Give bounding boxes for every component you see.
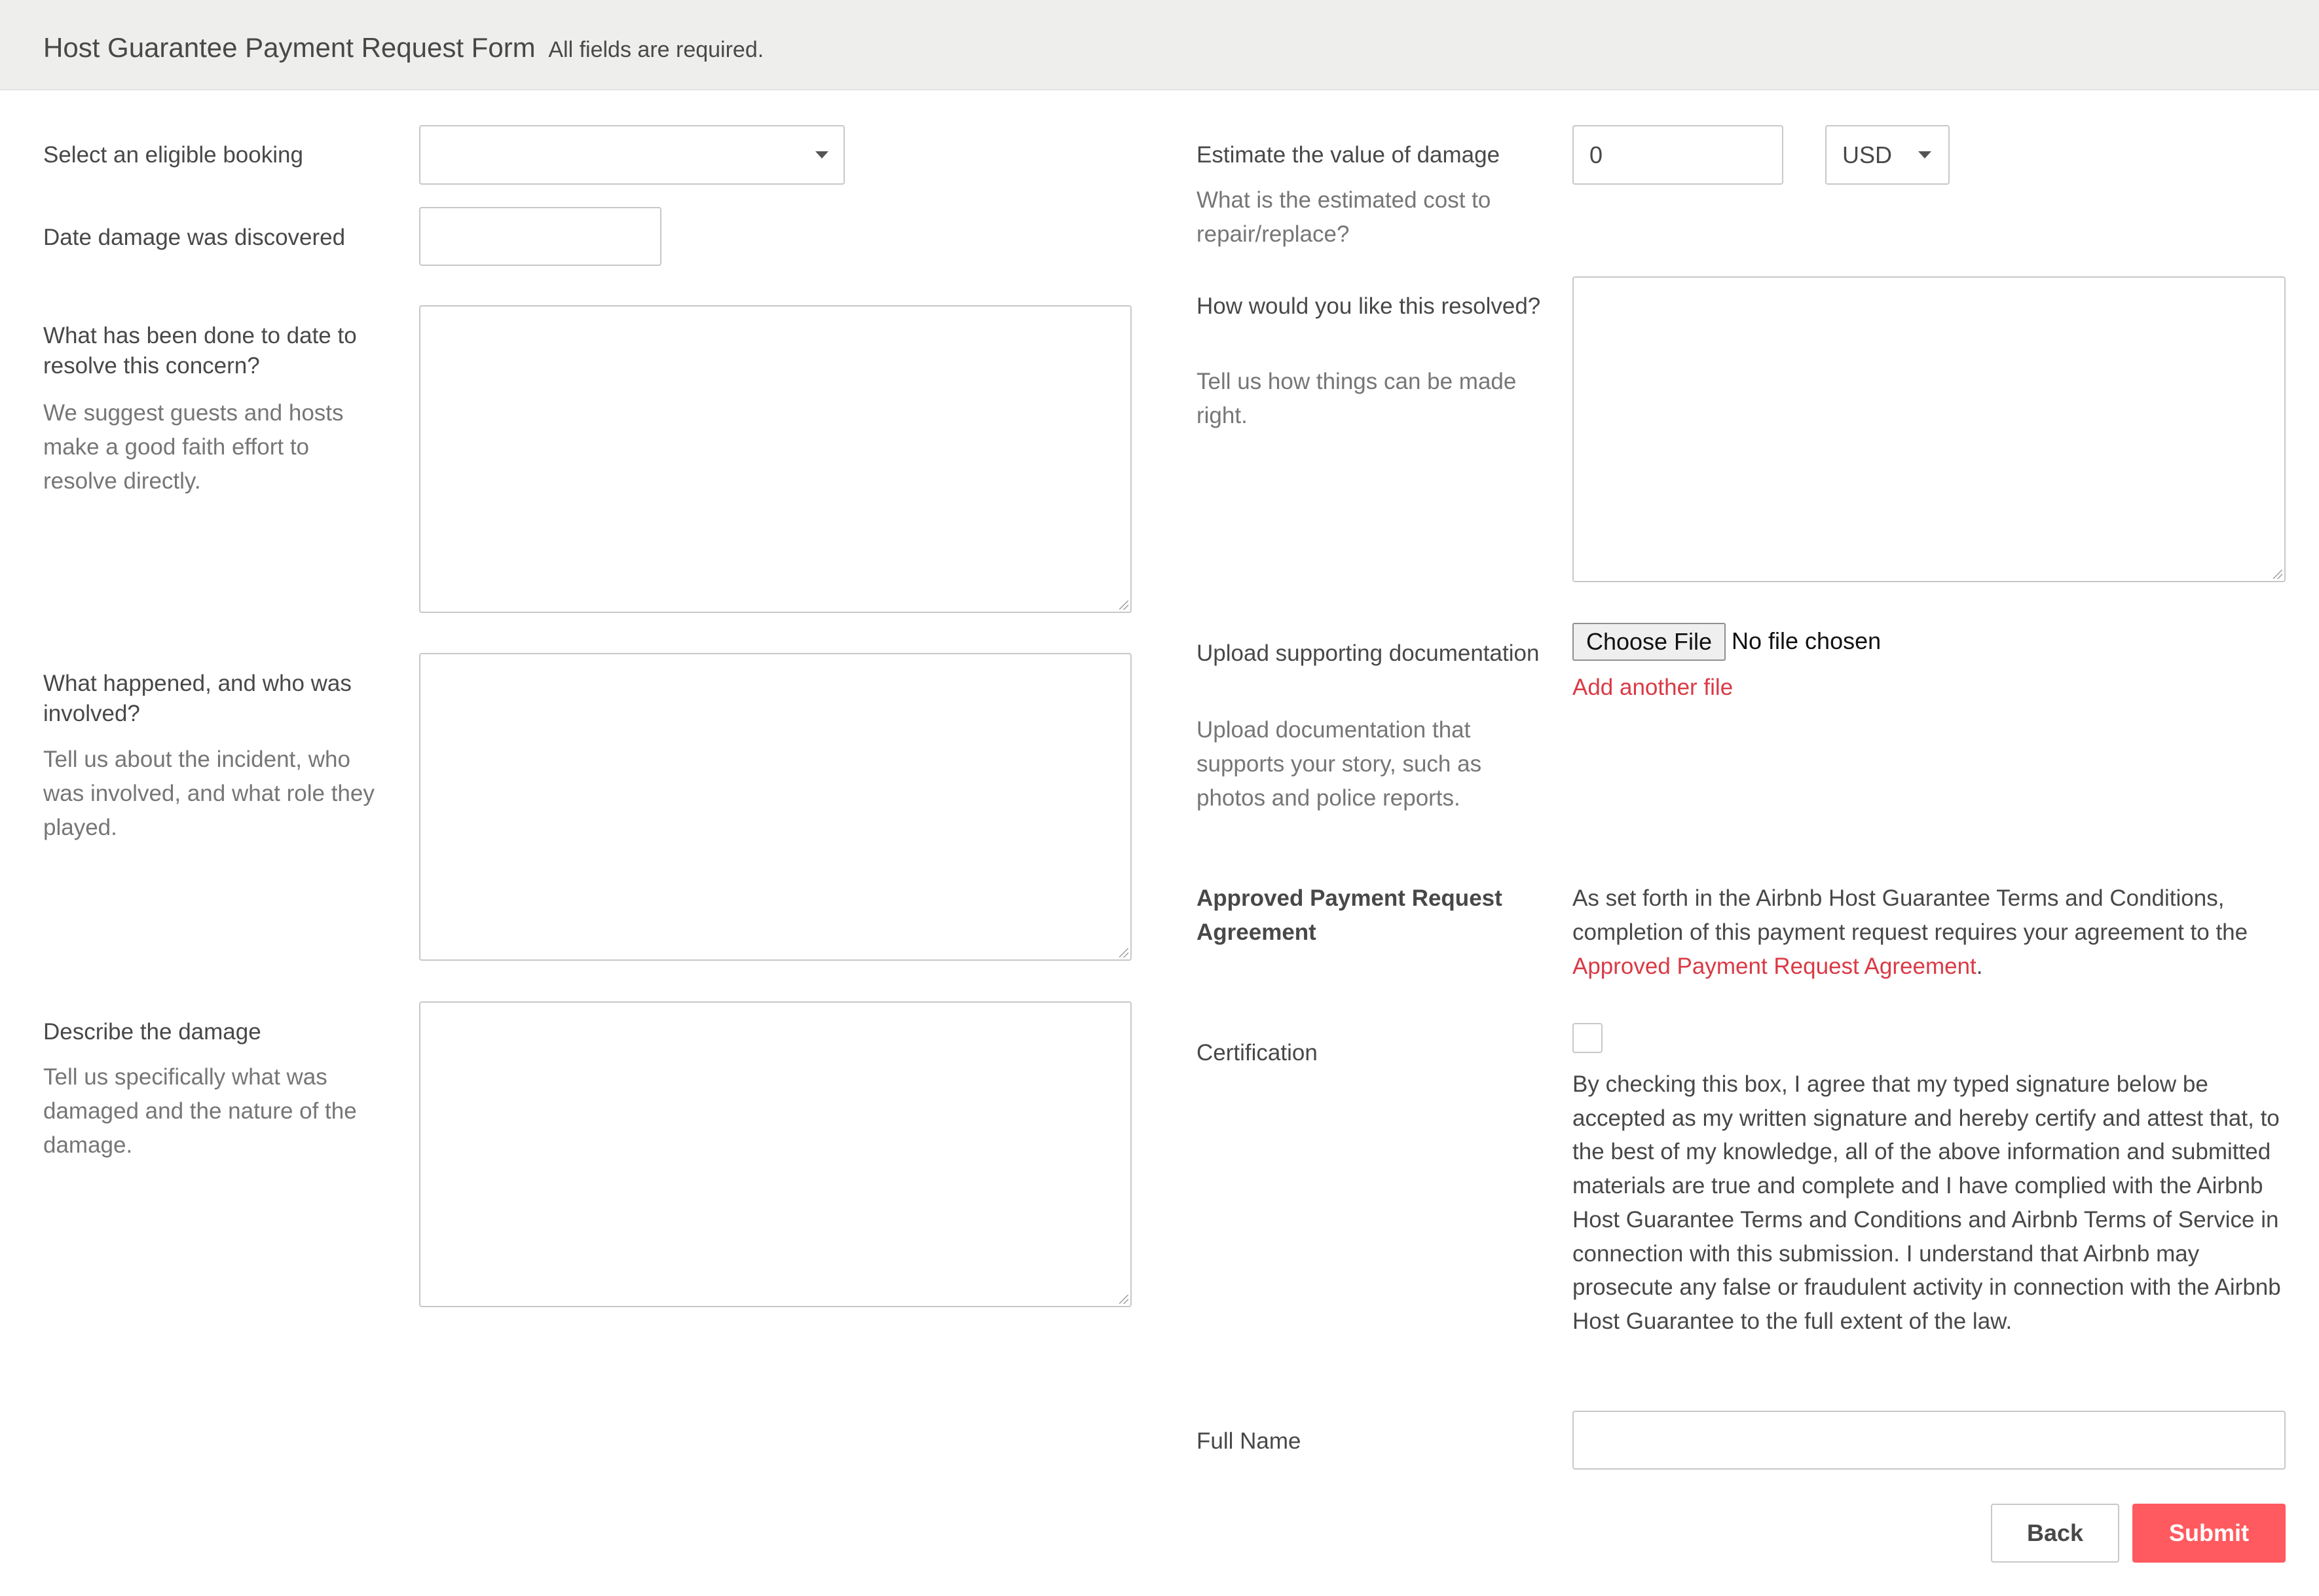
currency-select-value: USD [1842, 141, 1893, 168]
upload-label: Upload supporting documentation [1197, 640, 1540, 666]
agreement-link[interactable]: Approved Payment Request Agreement [1572, 954, 1976, 979]
resize-handle-icon[interactable] [1119, 601, 1128, 610]
what-happened-hint: Tell us about the incident, who was invo… [43, 747, 375, 840]
form-header: Host Guarantee Payment Request Form All … [0, 0, 2319, 90]
damage-label: Describe the damage [43, 1019, 261, 1045]
resolution-label: How would you like this resolved? [1197, 293, 1541, 319]
submit-button[interactable]: Submit [2132, 1504, 2286, 1563]
resolve-done-textarea[interactable] [419, 305, 1132, 613]
agreement-text-after: . [1976, 954, 1983, 979]
damage-textarea[interactable] [419, 1001, 1132, 1307]
booking-select[interactable] [419, 125, 845, 185]
date-label: Date damage was discovered [43, 225, 346, 250]
form-title: Host Guarantee Payment Request Form All … [43, 32, 764, 64]
certification-label: Certification [1197, 1040, 1318, 1066]
resize-handle-icon[interactable] [1119, 948, 1128, 957]
full-name-input[interactable] [1572, 1411, 2286, 1470]
what-happened-textarea[interactable] [419, 653, 1132, 961]
date-input[interactable] [419, 207, 661, 266]
choose-file-button[interactable]: Choose File [1572, 623, 1726, 661]
agreement-text: As set forth in the Airbnb Host Guarante… [1572, 882, 2293, 984]
currency-select[interactable]: USD [1825, 125, 1950, 185]
back-button[interactable]: Back [1991, 1504, 2119, 1563]
resize-handle-icon[interactable] [2273, 570, 2282, 579]
certification-checkbox[interactable] [1572, 1023, 1603, 1053]
certification-text: By checking this box, I agree that my ty… [1572, 1071, 2281, 1334]
payment-request-page: Host Guarantee Payment Request Form All … [0, 0, 2319, 1596]
resolve-done-label: What has been done to date to resolve th… [43, 323, 357, 379]
what-happened-label: What happened, and who was involved? [43, 671, 352, 726]
resolve-done-hint: We suggest guests and hosts make a good … [43, 400, 344, 494]
resolution-textarea[interactable] [1572, 276, 2286, 582]
estimate-hint: What is the estimated cost to repair/rep… [1197, 187, 1491, 247]
form-required-note: All fields are required. [548, 37, 764, 62]
upload-hint: Upload documentation that supports your … [1197, 717, 1482, 811]
chevron-down-icon [815, 151, 828, 158]
damage-hint: Tell us specifically what was damaged an… [43, 1064, 357, 1158]
add-another-file-link[interactable]: Add another file [1572, 673, 1733, 703]
file-status: No file chosen [1732, 627, 1882, 654]
agreement-label: Approved Payment Request Agreement [1197, 885, 1502, 945]
chevron-down-icon [1918, 151, 1931, 158]
resolution-hint: Tell us how things can be made right. [1197, 369, 1517, 428]
estimate-label: Estimate the value of damage [1197, 142, 1500, 168]
full-name-label: Full Name [1197, 1428, 1301, 1454]
resize-handle-icon[interactable] [1119, 1295, 1128, 1304]
form-title-text: Host Guarantee Payment Request Form [43, 32, 536, 63]
estimate-input-value: 0 [1589, 141, 1603, 168]
booking-label: Select an eligible booking [43, 142, 303, 168]
estimate-input[interactable]: 0 [1572, 125, 1783, 185]
agreement-text-before: As set forth in the Airbnb Host Guarante… [1572, 885, 2248, 945]
